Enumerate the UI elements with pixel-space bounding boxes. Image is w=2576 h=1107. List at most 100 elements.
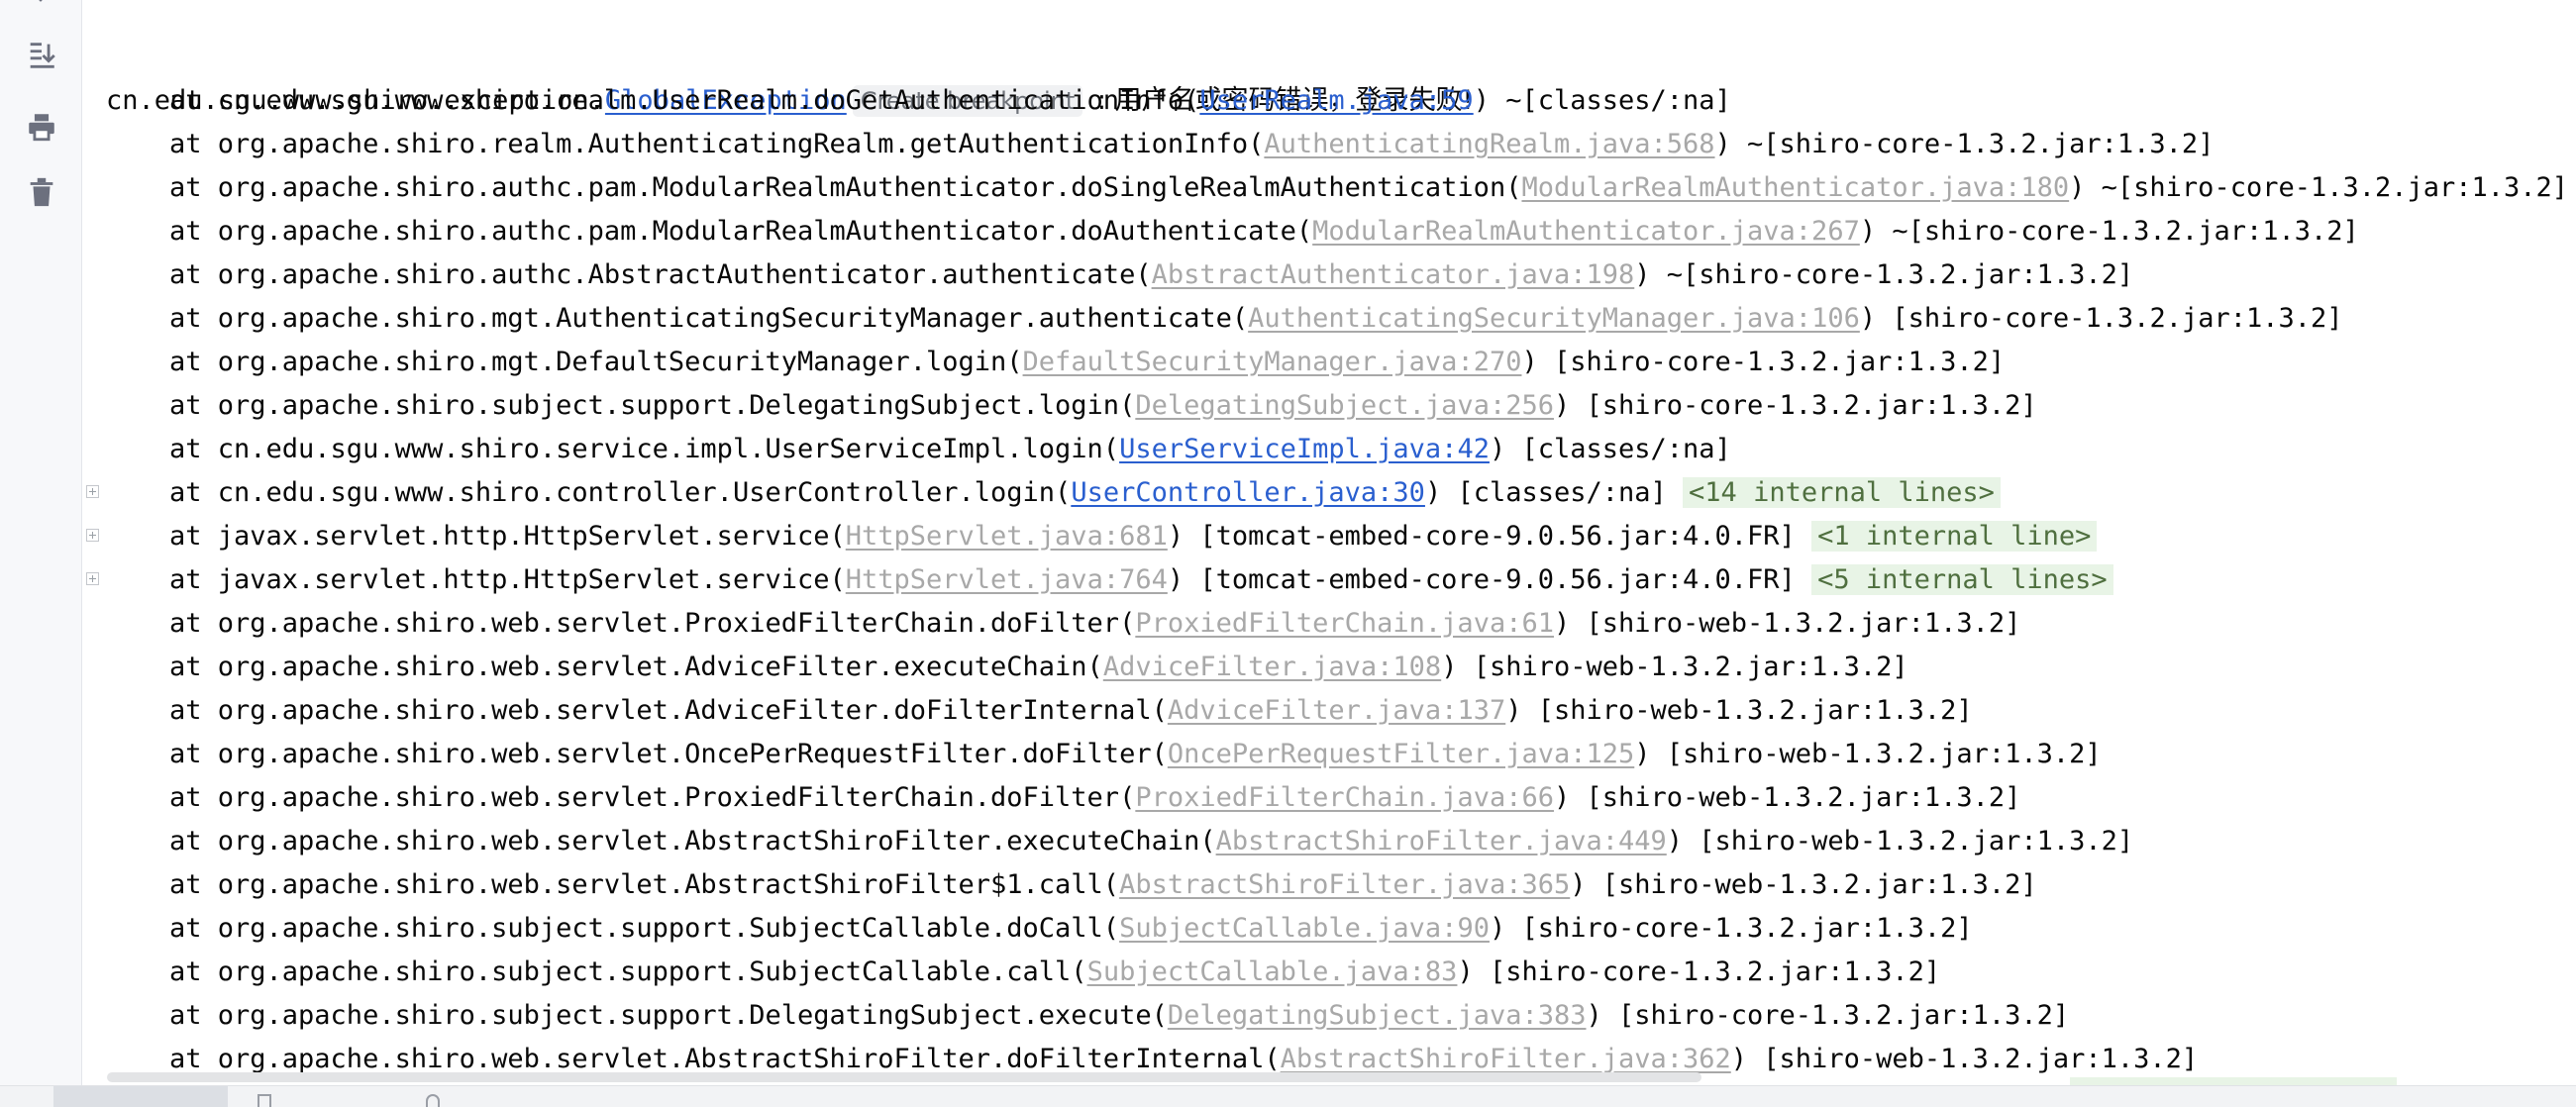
source-file-link[interactable]: HttpServlet.java:764 — [846, 564, 1168, 595]
stack-frame-line: at org.apache.shiro.subject.support.Dele… — [82, 994, 2576, 1038]
stack-frame-line: at org.apache.shiro.realm.Authenticating… — [82, 123, 2576, 166]
stack-frame-line: at org.apache.shiro.subject.support.Dele… — [82, 384, 2576, 428]
trash-icon[interactable] — [22, 172, 61, 212]
stack-frame-line: at org.apache.shiro.authc.pam.ModularRea… — [82, 166, 2576, 210]
frame-location: ) [classes/:na] — [1489, 434, 1731, 464]
frame-location: ) ~[classes/:na] — [1473, 85, 1731, 116]
stack-frame-line: at org.apache.shiro.web.servlet.ProxiedF… — [82, 602, 2576, 646]
source-file-link[interactable]: ProxiedFilterChain.java:61 — [1135, 608, 1554, 639]
source-file-link[interactable]: SubjectCallable.java:83 — [1087, 956, 1458, 987]
bottom-tool-window-bar — [0, 1085, 2576, 1107]
bottom-tab-active[interactable] — [53, 1086, 228, 1107]
source-file-link[interactable]: UserRealm.java:59 — [1199, 85, 1473, 116]
source-file-link[interactable]: AdviceFilter.java:108 — [1103, 652, 1441, 682]
stack-frame-line: at org.apache.shiro.authc.AbstractAuthen… — [82, 253, 2576, 297]
stack-frame-line: at org.apache.shiro.mgt.AuthenticatingSe… — [82, 297, 2576, 341]
source-file-link[interactable]: ProxiedFilterChain.java:66 — [1135, 782, 1554, 813]
frame-location: ) [shiro-web-1.3.2.jar:1.3.2] — [1666, 826, 2134, 856]
source-file-link[interactable]: UserServiceImpl.java:42 — [1119, 434, 1490, 464]
frame-location: ) [classes/:na] — [1424, 477, 1667, 508]
console-toolbar — [0, 0, 82, 1085]
source-file-link[interactable]: OncePerRequestFilter.java:125 — [1168, 739, 1634, 769]
frame-location: ) ~[shiro-core-1.3.2.jar:1.3.2] — [2069, 172, 2569, 203]
frame-method: at org.apache.shiro.subject.support.Subj… — [169, 956, 1087, 987]
stack-frame-line: at cn.edu.sgu.www.shiro.service.impl.Use… — [82, 428, 2576, 471]
soft-wrap-icon[interactable] — [22, 0, 61, 18]
frame-method: at org.apache.shiro.mgt.DefaultSecurityM… — [169, 347, 1023, 377]
source-file-link[interactable]: AdviceFilter.java:137 — [1168, 695, 1505, 726]
expand-fold-icon[interactable] — [86, 572, 99, 585]
source-file-link[interactable]: DefaultSecurityManager.java:270 — [1023, 347, 1522, 377]
source-file-link[interactable]: ModularRealmAuthenticator.java:180 — [1521, 172, 2069, 203]
stack-frame-line: at org.apache.shiro.web.servlet.Abstract… — [82, 863, 2576, 907]
frame-method: at cn.edu.sgu.www.shiro.realm.UserRealm.… — [169, 85, 1200, 116]
frame-method: at org.apache.shiro.subject.support.Dele… — [169, 390, 1136, 421]
stack-frame-line: at javax.servlet.http.HttpServlet.servic… — [82, 558, 2576, 602]
scrollbar-marker — [2070, 1077, 2397, 1085]
source-file-link[interactable]: AuthenticatingRealm.java:568 — [1264, 129, 1714, 159]
frame-location: ) [shiro-web-1.3.2.jar:1.3.2] — [1553, 782, 2021, 813]
stack-frame-line: at cn.edu.sgu.www.shiro.controller.UserC… — [82, 471, 2576, 515]
frame-location: ) [shiro-web-1.3.2.jar:1.3.2] — [1570, 869, 2037, 900]
frame-method: at org.apache.shiro.subject.support.Subj… — [169, 913, 1120, 944]
internal-lines-fold[interactable]: <14 internal lines> — [1683, 477, 2001, 508]
frame-method: at org.apache.shiro.web.servlet.ProxiedF… — [169, 608, 1136, 639]
source-file-link[interactable]: DelegatingSubject.java:256 — [1135, 390, 1554, 421]
console-output[interactable]: cn.edu.sgu.www.shiro.exception.GlobalExc… — [82, 0, 2576, 1085]
frame-method: at javax.servlet.http.HttpServlet.servic… — [169, 521, 846, 552]
frame-location: ) [shiro-core-1.3.2.jar:1.3.2] — [1521, 347, 2006, 377]
stack-frame-line: at cn.edu.sgu.www.shiro.realm.UserRealm.… — [82, 79, 2576, 123]
exception-header-line: cn.edu.sgu.www.shiro.exception.GlobalExc… — [82, 36, 2576, 117]
frame-method: at org.apache.shiro.authc.pam.ModularRea… — [169, 172, 1522, 203]
source-file-link[interactable]: AbstractShiroFilter.java:449 — [1216, 826, 1667, 856]
frame-method: at javax.servlet.http.HttpServlet.servic… — [169, 564, 846, 595]
frame-method: at org.apache.shiro.web.servlet.OncePerR… — [169, 739, 1168, 769]
source-file-link[interactable]: DelegatingSubject.java:383 — [1168, 1000, 1587, 1031]
frame-method: at org.apache.shiro.web.servlet.Abstract… — [169, 826, 1216, 856]
frame-location: ) [tomcat-embed-core-9.0.56.jar:4.0.FR] — [1167, 564, 1796, 595]
scrollbar-thumb[interactable] — [107, 1072, 1701, 1082]
stack-frame-line: at org.apache.shiro.authc.pam.ModularRea… — [82, 210, 2576, 253]
frame-method: at cn.edu.sgu.www.shiro.controller.UserC… — [169, 477, 1072, 508]
frame-location: ) [shiro-web-1.3.2.jar:1.3.2] — [1553, 608, 2021, 639]
stack-frame-line: at org.apache.shiro.web.servlet.OncePerR… — [82, 733, 2576, 776]
frame-method: at cn.edu.sgu.www.shiro.service.impl.Use… — [169, 434, 1120, 464]
frame-location: ) [shiro-web-1.3.2.jar:1.3.2] — [1505, 695, 1973, 726]
frame-method: at org.apache.shiro.web.servlet.AdviceFi… — [169, 695, 1168, 726]
frame-method: at org.apache.shiro.web.servlet.ProxiedF… — [169, 782, 1136, 813]
frame-method: at org.apache.shiro.web.servlet.AdviceFi… — [169, 652, 1103, 682]
frame-method: at org.apache.shiro.subject.support.Dele… — [169, 1000, 1168, 1031]
expand-fold-icon[interactable] — [86, 485, 99, 498]
source-file-link[interactable]: AbstractAuthenticator.java:198 — [1152, 259, 1635, 290]
source-file-link[interactable]: AbstractShiroFilter.java:365 — [1119, 869, 1570, 900]
tool-window-icon[interactable] — [258, 1094, 271, 1107]
source-file-link[interactable]: ModularRealmAuthenticator.java:267 — [1312, 216, 1860, 247]
stack-frame-line: at org.apache.shiro.web.servlet.Abstract… — [82, 820, 2576, 863]
tool-window-icon[interactable] — [426, 1094, 440, 1107]
horizontal-scrollbar[interactable] — [0, 1069, 2576, 1085]
frame-method: at org.apache.shiro.web.servlet.Abstract… — [169, 869, 1120, 900]
frame-location: ) [shiro-core-1.3.2.jar:1.3.2] — [1553, 390, 2037, 421]
source-file-link[interactable]: UserController.java:30 — [1071, 477, 1425, 508]
frame-location: ) [shiro-core-1.3.2.jar:1.3.2] — [1457, 956, 1941, 987]
frame-location: ) ~[shiro-core-1.3.2.jar:1.3.2] — [1859, 216, 2359, 247]
print-icon[interactable] — [22, 107, 61, 147]
source-file-link[interactable]: AuthenticatingSecurityManager.java:106 — [1248, 303, 1860, 334]
source-file-link[interactable]: HttpServlet.java:681 — [846, 521, 1168, 552]
frame-location: ) [tomcat-embed-core-9.0.56.jar:4.0.FR] — [1167, 521, 1796, 552]
scroll-to-end-icon[interactable] — [22, 36, 61, 75]
frame-location: ) ~[shiro-core-1.3.2.jar:1.3.2] — [1634, 259, 2134, 290]
frame-location: ) ~[shiro-core-1.3.2.jar:1.3.2] — [1714, 129, 2215, 159]
stack-frame-line: at org.apache.shiro.subject.support.Subj… — [82, 907, 2576, 951]
source-file-link[interactable]: SubjectCallable.java:90 — [1119, 913, 1490, 944]
frame-location: ) [shiro-core-1.3.2.jar:1.3.2] — [1489, 913, 1973, 944]
stack-frame-line: at org.apache.shiro.web.servlet.AdviceFi… — [82, 689, 2576, 733]
expand-fold-icon[interactable] — [86, 529, 99, 542]
frame-method: at org.apache.shiro.realm.Authenticating… — [169, 129, 1265, 159]
frame-location: ) [shiro-web-1.3.2.jar:1.3.2] — [1634, 739, 2102, 769]
internal-lines-fold[interactable]: <5 internal lines> — [1811, 564, 2113, 595]
internal-lines-fold[interactable]: <1 internal line> — [1811, 521, 2098, 552]
frame-location: ) [shiro-core-1.3.2.jar:1.3.2] — [1859, 303, 2343, 334]
stack-frame-line: at org.apache.shiro.mgt.DefaultSecurityM… — [82, 341, 2576, 384]
stack-frame-line: at javax.servlet.http.HttpServlet.servic… — [82, 515, 2576, 558]
